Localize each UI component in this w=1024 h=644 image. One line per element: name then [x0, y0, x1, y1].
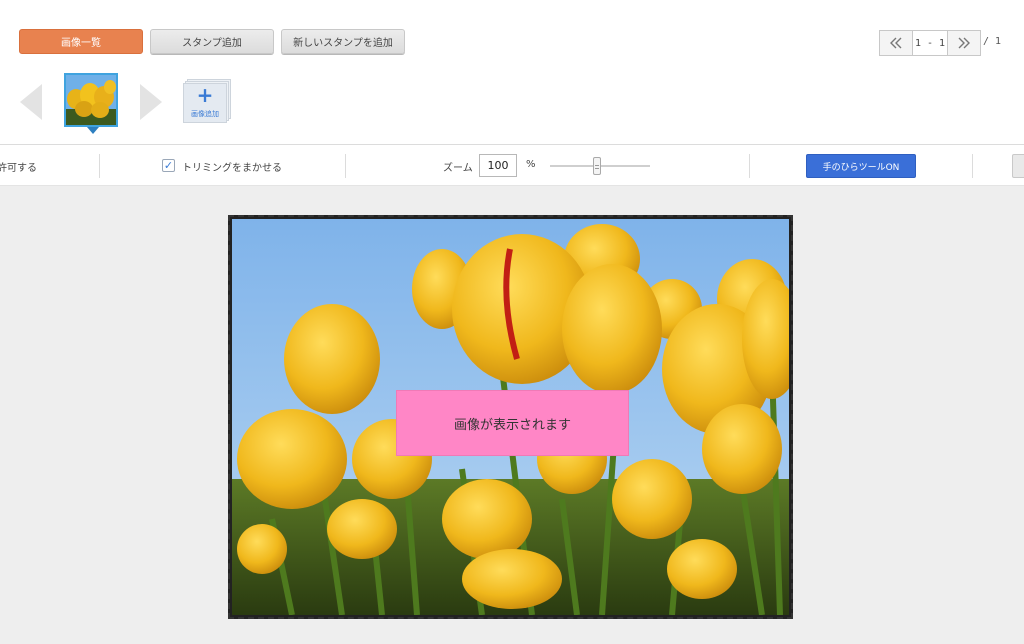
zoom-slider-handle[interactable]: [593, 157, 601, 175]
pager: 1 - 1: [879, 30, 981, 56]
editor-toolbar: 許可する ✓ トリミングをまかせる ズーム 100 % 手のひらツールON: [0, 144, 1024, 186]
tab-add-new-stamp[interactable]: 新しいスタンプを追加: [281, 29, 405, 54]
plus-icon: +: [196, 83, 214, 107]
thumbnail-prev-arrow-icon[interactable]: [20, 84, 42, 120]
hand-tool-button[interactable]: 手のひらツールON: [806, 154, 916, 178]
toolbar-divider: [345, 154, 346, 178]
thumbnail-next-arrow-icon[interactable]: [140, 84, 162, 120]
toolbar-divider: [99, 154, 100, 178]
tulip-thumbnail-image: [66, 75, 116, 125]
add-image-label: 画像追加: [191, 110, 219, 118]
tab-add-stamp[interactable]: スタンプ追加: [150, 29, 274, 54]
thumbnail-selected-indicator: [87, 127, 99, 134]
add-image-button[interactable]: + 画像追加: [183, 79, 231, 123]
toolbar-divider: [972, 154, 973, 178]
allow-label[interactable]: 許可する: [0, 159, 37, 174]
toolbar-divider: [749, 154, 750, 178]
pager-range: 1 - 1: [913, 30, 947, 56]
image-placeholder-label: 画像が表示されます: [396, 390, 629, 456]
pager-prev-button[interactable]: [879, 30, 913, 56]
trimming-checkbox[interactable]: ✓: [162, 159, 175, 172]
trimming-label[interactable]: トリミングをまかせる: [182, 159, 282, 174]
zoom-unit: %: [526, 159, 536, 170]
toolbar-edge-button[interactable]: [1012, 154, 1024, 178]
zoom-label: ズーム: [443, 163, 473, 174]
double-chevron-right-icon: [958, 37, 970, 49]
checkmark-icon: ✓: [163, 159, 174, 172]
tab-image-list[interactable]: 画像一覧: [19, 29, 143, 54]
double-chevron-left-icon: [890, 37, 902, 49]
pager-total: / 1: [983, 36, 1002, 47]
image-thumbnail-selected[interactable]: [64, 73, 118, 127]
pager-next-button[interactable]: [947, 30, 981, 56]
zoom-input[interactable]: 100: [479, 154, 517, 177]
app-root: 画像一覧 スタンプ追加 新しいスタンプを追加 1 - 1 / 1 + 画像追加 …: [0, 0, 1024, 644]
